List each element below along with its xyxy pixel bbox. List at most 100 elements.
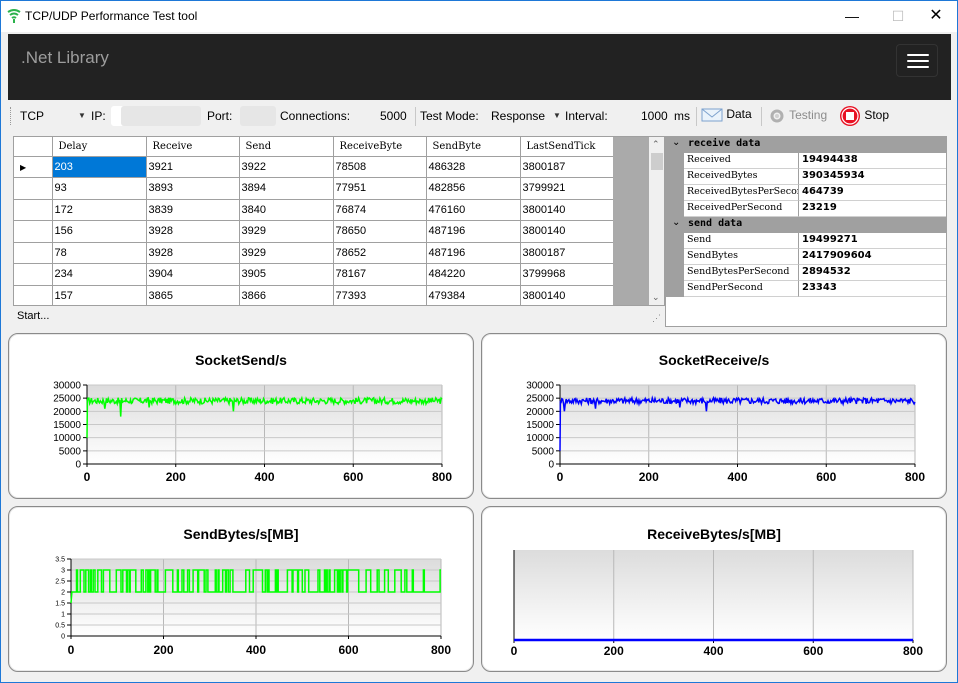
minimize-button[interactable]: — — [829, 1, 875, 32]
property-row[interactable]: ReceivedPerSecond 23219 — [666, 201, 946, 217]
protocol-select[interactable]: TCP — [20, 109, 44, 123]
table-cell[interactable]: 3800140 — [520, 220, 614, 243]
property-row[interactable]: SendBytesPerSecond 2894532 — [666, 265, 946, 281]
row-header[interactable] — [14, 177, 53, 200]
property-row[interactable]: SendBytes 2417909604 — [666, 249, 946, 265]
connections-input[interactable]: 5000 — [380, 109, 407, 123]
column-header[interactable]: Receive — [146, 137, 240, 157]
table-cell[interactable]: 156 — [52, 220, 147, 243]
port-input[interactable] — [240, 106, 276, 126]
column-header[interactable]: SendByte — [426, 137, 521, 157]
row-header[interactable]: ▶ — [14, 156, 53, 178]
table-cell[interactable]: 93 — [52, 177, 147, 200]
collapse-chevron-icon[interactable]: ⌄ — [672, 217, 680, 228]
property-value[interactable]: 19499271 — [799, 233, 946, 249]
table-cell[interactable]: 3799968 — [520, 263, 614, 286]
column-header[interactable]: ReceiveByte — [333, 137, 427, 157]
toolbar-grip[interactable] — [10, 107, 12, 125]
table-row[interactable]: 156 3928 3929 78650 487196 3800140 — [14, 220, 614, 243]
test-mode-select[interactable]: Response — [491, 109, 545, 123]
row-header[interactable] — [14, 199, 53, 221]
table-cell[interactable]: 78 — [52, 242, 147, 264]
table-cell[interactable]: 77951 — [333, 177, 427, 200]
table-cell[interactable]: 78167 — [333, 263, 427, 286]
row-header[interactable] — [14, 263, 53, 286]
property-row[interactable]: ReceivedBytes 390345934 — [666, 169, 946, 185]
table-row[interactable]: 172 3839 3840 76874 476160 3800140 — [14, 199, 614, 221]
protocol-dropdown-arrow-icon[interactable]: ▼ — [78, 111, 86, 120]
send-data-category[interactable]: ⌄ send data — [666, 217, 946, 233]
grid-vertical-scrollbar[interactable]: ⌃ ⌄ — [649, 137, 664, 305]
property-value[interactable]: 2894532 — [799, 265, 946, 281]
table-row[interactable]: 93 3893 3894 77951 482856 3799921 — [14, 177, 614, 200]
table-cell[interactable]: 3839 — [146, 199, 240, 221]
table-cell[interactable]: 157 — [52, 285, 147, 305]
column-header[interactable]: LastSendTick — [520, 137, 614, 157]
table-cell[interactable]: 3800140 — [520, 285, 614, 305]
table-cell[interactable]: 484220 — [426, 263, 521, 286]
statistics-property-grid[interactable]: ⌄ receive data ⌄ send data Received 19494… — [665, 136, 947, 327]
table-cell[interactable]: 78650 — [333, 220, 427, 243]
test-mode-dropdown-arrow-icon[interactable]: ▼ — [553, 111, 561, 120]
property-row[interactable]: SendPerSecond 23343 — [666, 281, 946, 297]
table-cell[interactable]: 3800140 — [520, 199, 614, 221]
property-value[interactable]: 2417909604 — [799, 249, 946, 265]
connection-data-grid[interactable]: Delay Receive Send ReceiveByte SendByte … — [13, 136, 665, 306]
table-cell[interactable]: 3928 — [146, 242, 240, 264]
table-cell[interactable]: 486328 — [426, 156, 521, 178]
table-cell[interactable]: 76874 — [333, 199, 427, 221]
property-value[interactable]: 464739 — [799, 185, 946, 201]
table-cell[interactable]: 3800187 — [520, 156, 614, 178]
table-cell[interactable]: 3928 — [146, 220, 240, 243]
row-header[interactable] — [14, 242, 53, 264]
table-cell[interactable]: 487196 — [426, 220, 521, 243]
row-header[interactable] — [14, 220, 53, 243]
table-cell[interactable]: 3840 — [239, 199, 334, 221]
scrollbar-thumb[interactable] — [651, 153, 663, 170]
row-header[interactable] — [14, 285, 53, 305]
close-button[interactable]: ✕ — [913, 1, 958, 32]
interval-input[interactable]: 1000 — [641, 109, 668, 123]
column-header[interactable]: Delay — [52, 137, 147, 157]
table-cell[interactable]: 3929 — [239, 220, 334, 243]
table-cell[interactable]: 479384 — [426, 285, 521, 305]
table-cell[interactable]: 476160 — [426, 199, 521, 221]
table-row[interactable]: 157 3865 3866 77393 479384 3800140 — [14, 285, 614, 305]
menu-toggle-button[interactable] — [896, 44, 938, 77]
data-button[interactable]: Data — [701, 107, 752, 123]
table-cell[interactable]: 482856 — [426, 177, 521, 200]
table-cell[interactable]: 3922 — [239, 156, 334, 178]
scroll-down-icon[interactable]: ⌄ — [652, 292, 660, 303]
property-row[interactable]: Send 19499271 — [666, 233, 946, 249]
table-cell[interactable]: 172 — [52, 199, 147, 221]
table-cell[interactable]: 3894 — [239, 177, 334, 200]
table-cell[interactable]: 77393 — [333, 285, 427, 305]
stop-button[interactable]: Stop — [839, 105, 889, 127]
property-row[interactable]: Received 19494438 — [666, 153, 946, 169]
table-cell[interactable]: 3866 — [239, 285, 334, 305]
table-cell[interactable]: 3800187 — [520, 242, 614, 264]
property-value[interactable]: 19494438 — [799, 153, 946, 169]
table-cell[interactable]: 3921 — [146, 156, 240, 178]
table-row[interactable]: 78 3928 3929 78652 487196 3800187 — [14, 242, 614, 264]
scroll-up-icon[interactable]: ⌃ — [652, 139, 660, 150]
property-value[interactable]: 390345934 — [799, 169, 946, 185]
table-cell[interactable]: 3799921 — [520, 177, 614, 200]
table-cell[interactable]: 234 — [52, 263, 147, 286]
collapse-chevron-icon[interactable]: ⌄ — [672, 137, 680, 148]
property-row[interactable]: ReceivedBytesPerSecond 464739 — [666, 185, 946, 201]
receive-data-category[interactable]: ⌄ receive data — [666, 137, 946, 153]
table-cell[interactable]: 3905 — [239, 263, 334, 286]
table-cell[interactable]: 78508 — [333, 156, 427, 178]
table-cell[interactable]: 487196 — [426, 242, 521, 264]
table-cell[interactable]: 3865 — [146, 285, 240, 305]
table-row[interactable]: 234 3904 3905 78167 484220 3799968 — [14, 263, 614, 286]
table-cell[interactable]: 78652 — [333, 242, 427, 264]
resize-grip-icon[interactable]: ⋰ — [652, 313, 661, 324]
column-header[interactable]: Send — [239, 137, 334, 157]
table-cell[interactable]: 3893 — [146, 177, 240, 200]
table-row[interactable]: ▶ 203 3921 3922 78508 486328 3800187 — [14, 156, 614, 178]
table-cell[interactable]: 3929 — [239, 242, 334, 264]
testing-button[interactable]: Testing — [768, 107, 827, 125]
property-value[interactable]: 23219 — [799, 201, 946, 217]
